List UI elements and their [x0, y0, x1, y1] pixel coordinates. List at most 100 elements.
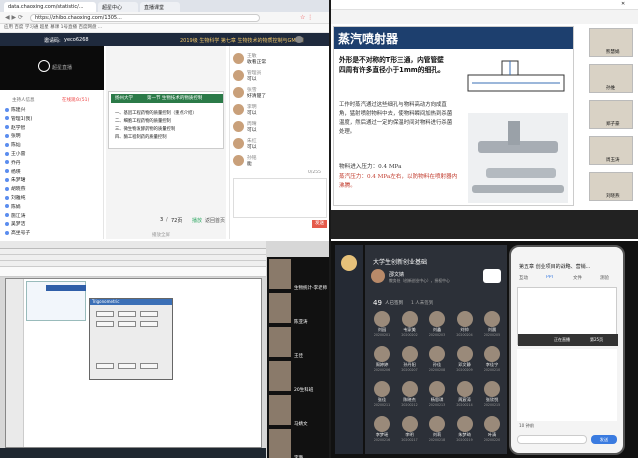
phone-tab[interactable]: PPT [546, 275, 554, 280]
bookmarks-text[interactable]: 应用 百度 学习通 超星 慕课 1号直播 百度网盘 ... [4, 25, 102, 30]
user-icon [5, 213, 9, 218]
play-icon[interactable] [38, 60, 50, 72]
browser-tab[interactable]: 超星中心 [98, 2, 138, 12]
qr-icon[interactable] [483, 269, 501, 283]
member-item[interactable]: 胡晓燕 [5, 185, 25, 193]
phone-slide[interactable]: 正在直播 第25页 [517, 287, 618, 346]
app-sidebar[interactable] [335, 245, 363, 454]
student-item[interactable]: 刘园 20200201 [369, 311, 395, 339]
student-item[interactable]: 周宸涛 20200214 [452, 381, 478, 409]
member-name: 管理1(我) [11, 116, 33, 122]
dialog-option[interactable] [118, 311, 136, 317]
taskbar[interactable] [0, 448, 266, 458]
injector-diagram [467, 60, 565, 92]
meeting-control-bar [331, 210, 638, 239]
student-id: 20200206 [373, 368, 391, 372]
member-item[interactable]: 杨瑛 [5, 168, 21, 176]
avatar [429, 311, 445, 327]
dialog-option[interactable] [96, 321, 114, 327]
student-item[interactable]: 张欣悦 20200215 [479, 381, 505, 409]
phone-tab[interactable]: 互动 [519, 275, 528, 281]
student-item[interactable]: 刘莉 20200218 [424, 416, 450, 444]
dialog-option[interactable] [140, 321, 158, 327]
member-item[interactable]: 陈灿 [5, 141, 21, 149]
url-input[interactable]: https://zhibo.chaoxing.com/1305... [30, 14, 260, 22]
back-home-button[interactable]: 返回首页 [205, 217, 225, 224]
member-item[interactable]: 乔丹 [5, 159, 21, 167]
student-id: 20200214 [456, 403, 473, 407]
student-item[interactable]: 刘鑫 20200203 [424, 311, 450, 339]
student-item[interactable]: 孙佳 20200208 [424, 346, 450, 374]
close-icon[interactable]: ✕ [621, 1, 625, 7]
member-item[interactable]: 施江涛 [5, 212, 25, 220]
formula-bar[interactable] [0, 267, 266, 277]
member-name: 施江涛 [11, 213, 26, 219]
member-item[interactable]: 吴梦洁 [5, 220, 25, 228]
student-item[interactable]: 邓文静 20200209 [452, 346, 478, 374]
selected-cell[interactable] [46, 285, 86, 291]
student-item[interactable]: 朱梦琦 20200219 [452, 416, 478, 444]
participant-tile[interactable]: 王佳 [267, 325, 329, 361]
browser-tab[interactable]: 直播课堂 [140, 2, 180, 12]
participant-tile[interactable]: 生物统计-李老师 [267, 257, 329, 293]
phone-tab[interactable]: 测验 [600, 275, 609, 281]
attendee-tile[interactable]: 周玉涛 [589, 136, 633, 165]
member-item[interactable]: 陈建兴 [5, 106, 25, 114]
member-item[interactable]: 赵学智 [5, 124, 25, 132]
student-item[interactable]: 刘帅 20200204 [452, 311, 478, 339]
student-id: 20200211 [373, 403, 391, 407]
member-item[interactable]: 陈娟 [5, 203, 21, 211]
chat-text: 可以 [247, 111, 257, 116]
student-item[interactable]: 张佳 20200211 [369, 381, 395, 409]
student-item[interactable]: 李明 20200217 [397, 416, 423, 444]
cancel-button[interactable] [118, 363, 136, 369]
student-item[interactable]: 刘晨 20200205 [479, 311, 505, 339]
phone-tab[interactable]: 文件 [573, 275, 582, 281]
student-item[interactable]: 陈晓杰 20200212 [397, 381, 423, 409]
fullscreen-button[interactable]: 播放全屏 [152, 232, 170, 238]
student-item[interactable]: 周婷婷 20200206 [369, 346, 395, 374]
avatar[interactable] [295, 36, 303, 43]
participant-tile[interactable]: 李璐 [267, 427, 329, 458]
participant-tile[interactable]: 马婧文 [267, 393, 329, 429]
member-item[interactable]: 朱梦珺 [5, 176, 25, 184]
member-item[interactable]: 管理1(我) [5, 115, 32, 123]
attendee-tile[interactable]: 孙维 [589, 64, 633, 93]
slide-item: 三、微生物发酵药物的质量控制 [115, 127, 176, 132]
participant-tile[interactable]: 20生科班 [267, 359, 329, 395]
chat-text: 收看正常 [247, 60, 267, 65]
star-icon[interactable]: ☆ ⋮ [300, 14, 313, 21]
help-button[interactable] [140, 363, 158, 369]
student-item[interactable]: 杨思琪 20200213 [424, 381, 450, 409]
student-id: 20200215 [483, 403, 501, 407]
sidebar-tag[interactable]: 在线观众(51) [62, 97, 89, 103]
dialog-option[interactable] [118, 321, 136, 327]
participant-tile[interactable]: 陈亚涛 [267, 291, 329, 327]
attendee-tile[interactable]: 熊慧娟 [589, 28, 633, 57]
dialog-option[interactable] [140, 311, 158, 317]
member-item[interactable]: 高坐号子 [5, 229, 30, 237]
attendee-tile[interactable]: 刘晓燕 [589, 172, 633, 201]
student-item[interactable]: 韦家美 20200202 [397, 311, 423, 339]
dialog-option[interactable] [96, 311, 114, 317]
back-icon[interactable]: ◀ ▶ ⟳ [5, 14, 23, 21]
play-button[interactable]: 播放 [192, 217, 202, 224]
student-item[interactable]: 李梦瑶 20200216 [369, 416, 395, 444]
student-item[interactable]: 叶清 20200220 [479, 416, 505, 444]
student-item[interactable]: 孙丹阳 20200207 [397, 346, 423, 374]
courseware-slide[interactable]: 扬州大学 第一节 生物技术的物质控制 一、基因工程药物的质量控制（重点介绍） 二… [108, 91, 224, 149]
ok-button[interactable] [96, 363, 114, 369]
attendee-tile[interactable]: 郑子豪 [589, 100, 633, 129]
chat-input[interactable] [233, 178, 327, 218]
phone-chat[interactable] [517, 349, 617, 421]
member-item[interactable]: 刘雅纯 [5, 194, 25, 202]
student-item[interactable]: 李佳宁 20200210 [479, 346, 505, 374]
phone-send-button[interactable]: 发送 [591, 435, 617, 444]
member-item[interactable]: 王小雷 [5, 150, 25, 158]
browser-tab[interactable]: data.chaoxing.com/statistic/... [4, 2, 96, 12]
phone-input[interactable] [517, 435, 587, 444]
page-number[interactable]: 3 [160, 217, 163, 223]
member-item[interactable]: 张明 [5, 132, 21, 140]
send-button[interactable]: 发送 [312, 220, 327, 228]
video-preview[interactable]: 超星直播 [0, 46, 104, 90]
